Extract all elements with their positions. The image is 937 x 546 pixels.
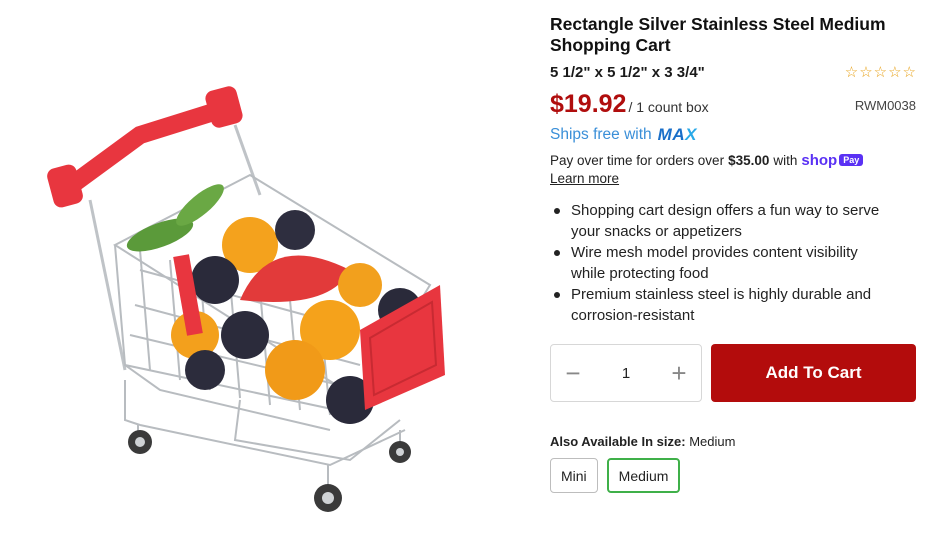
star-outline-icon: ☆ [902, 63, 916, 81]
pay-over-time: Pay over time for orders over $35.00 wit… [550, 151, 916, 169]
star-outline-icon: ☆ [888, 63, 902, 81]
pay-over-text: Pay over time for orders over [550, 152, 725, 168]
free-shipping-banner[interactable]: Ships free with MAX [550, 124, 916, 146]
shop-pay-logo: shop [801, 151, 838, 169]
purchase-row: − 1 + Add To Cart [550, 344, 916, 402]
max-logo: MAX [657, 125, 697, 144]
plus-icon[interactable]: + [669, 360, 689, 386]
learn-more-link[interactable]: Learn more [550, 171, 619, 186]
dimensions-row: 5 1/2" x 5 1/2" x 3 3/4" ☆ ☆ ☆ ☆ ☆ [550, 61, 916, 83]
size-options: Mini Medium [550, 458, 916, 493]
feature-list: Shopping cart design offers a fun way to… [550, 200, 916, 326]
size-label: Also Available In size: Medium [550, 434, 916, 449]
price-row: $19.92 / 1 count box RWM0038 [550, 89, 916, 119]
product-sku: RWM0038 [854, 98, 916, 113]
rating-stars[interactable]: ☆ ☆ ☆ ☆ ☆ [845, 65, 916, 80]
ships-free-text: Ships free with [550, 126, 652, 143]
product-details: Rectangle Silver Stainless Steel Medium … [550, 14, 916, 493]
shop-pay-badge: Pay [839, 154, 864, 166]
star-outline-icon: ☆ [859, 63, 873, 81]
feature-item: Premium stainless steel is highly durabl… [550, 284, 890, 326]
price-unit: / 1 count box [628, 99, 709, 115]
minus-icon[interactable]: − [563, 360, 583, 386]
pay-with-text: with [773, 152, 798, 168]
add-to-cart-button[interactable]: Add To Cart [711, 344, 916, 402]
product-price: $19.92 [550, 90, 627, 118]
product-title: Rectangle Silver Stainless Steel Medium … [550, 14, 886, 55]
shopping-cart-image [47, 86, 445, 512]
size-option-mini[interactable]: Mini [550, 458, 598, 493]
current-size: Medium [689, 434, 736, 449]
quantity-value[interactable]: 1 [622, 365, 630, 382]
feature-item: Shopping cart design offers a fun way to… [550, 200, 890, 242]
quantity-stepper: − 1 + [550, 344, 702, 402]
size-label-text: Also Available In size: [550, 434, 686, 449]
product-image[interactable] [0, 0, 530, 546]
star-outline-icon: ☆ [873, 63, 888, 81]
star-outline-icon: ☆ [844, 63, 859, 81]
feature-item: Wire mesh model provides content visibil… [550, 242, 890, 284]
size-option-medium[interactable]: Medium [606, 458, 681, 493]
pay-over-amount: $35.00 [728, 152, 770, 168]
product-dimensions: 5 1/2" x 5 1/2" x 3 3/4" [550, 63, 705, 81]
